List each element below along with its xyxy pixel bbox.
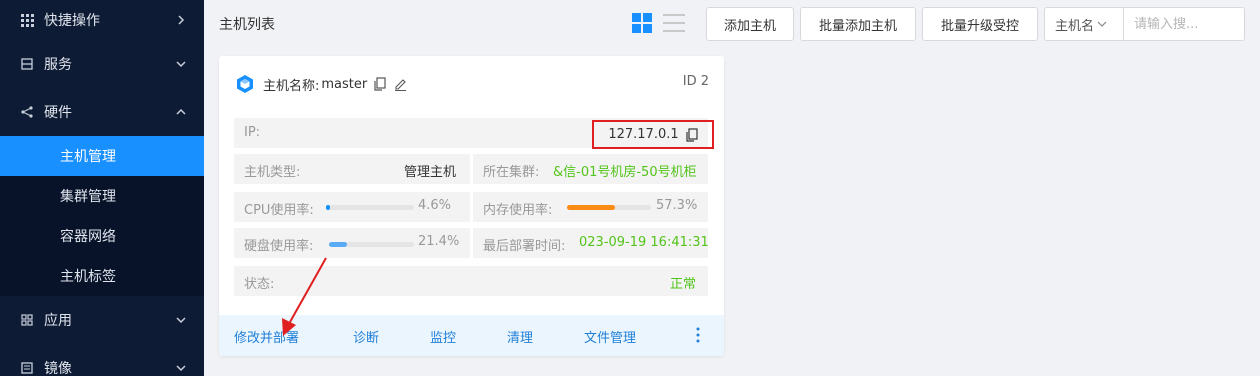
memory-value: 57.3% <box>656 198 698 213</box>
memory-progress-fill <box>567 205 616 210</box>
sidebar-item-label: 快捷操作 <box>44 13 100 29</box>
sidebar-item-hardware[interactable]: 硬件 <box>0 92 204 132</box>
file-manage-link[interactable]: 文件管理 <box>584 327 636 346</box>
cpu-value: 4.6% <box>418 198 452 213</box>
sidebar-subitem-label: 主机管理 <box>60 149 116 165</box>
disk-progress-bar <box>329 242 414 247</box>
host-name-value: master <box>321 76 368 92</box>
search-field-select[interactable]: 主机名 <box>1044 7 1124 41</box>
grid-view-icon[interactable] <box>632 13 652 33</box>
host-card-header: 主机名称: master <box>235 74 407 94</box>
last-deploy-value: 023-09-19 16:41:31 <box>579 235 708 250</box>
server-icon <box>20 57 34 71</box>
memory-label: 内存使用率: <box>483 203 553 218</box>
sidebar-item-label: 硬件 <box>44 105 72 121</box>
chevron-down-icon <box>174 361 188 375</box>
ip-value-highlight: 127.17.0.1 <box>592 120 714 149</box>
cluster-label: 所在集群: <box>483 165 540 180</box>
status-label: 状态: <box>244 277 275 292</box>
sidebar-item-services[interactable]: 服务 <box>0 44 204 84</box>
add-host-button[interactable]: 添加主机 <box>706 7 794 41</box>
disk-progress-fill <box>329 242 348 247</box>
host-card-actions: 修改并部署 诊断 监控 清理 文件管理 <box>219 315 724 356</box>
sidebar-subitem-host-management[interactable]: 主机管理 <box>0 136 204 176</box>
sidebar-subitem-host-tags[interactable]: 主机标签 <box>0 256 204 296</box>
clean-link[interactable]: 清理 <box>507 327 533 346</box>
cluster-value: &信-01号机房-50号机柜 <box>553 165 697 180</box>
cpu-progress-bar <box>326 205 414 210</box>
sidebar-item-label: 应用 <box>44 313 72 329</box>
ip-value: 127.17.0.1 <box>608 127 679 142</box>
image-icon <box>20 361 34 375</box>
cpu-progress-fill <box>326 205 331 210</box>
sidebar-item-quick-actions[interactable]: 快捷操作 <box>0 0 204 40</box>
sidebar-subitem-container-network[interactable]: 容器网络 <box>0 216 204 256</box>
diagnose-link[interactable]: 诊断 <box>353 327 379 346</box>
ip-label: IP: <box>244 125 261 140</box>
status-row: 状态: 正常 <box>234 266 708 296</box>
last-deploy-cell: 最后部署时间: 023-09-19 16:41:31 <box>473 228 708 258</box>
cpu-label: CPU使用率: <box>244 203 314 218</box>
status-value: 正常 <box>670 277 697 292</box>
modify-deploy-link[interactable]: 修改并部署 <box>234 327 299 346</box>
select-value: 主机名 <box>1055 18 1095 34</box>
edit-icon[interactable] <box>393 77 407 91</box>
disk-label: 硬盘使用率: <box>244 239 314 254</box>
cpu-cell: CPU使用率: 4.6% <box>234 192 470 222</box>
disk-cell: 硬盘使用率: 21.4% <box>234 228 470 258</box>
copy-icon[interactable] <box>686 127 698 142</box>
host-name-label: 主机名称: <box>263 78 320 94</box>
more-options-icon[interactable] <box>696 327 700 343</box>
sidebar: 快捷操作 服务 硬件 主机管理 集群管理 容器网络 主机标签 应用 镜像 <box>0 0 204 376</box>
grid-icon <box>20 13 34 27</box>
share-icon <box>20 105 34 119</box>
memory-progress-bar <box>567 205 651 210</box>
sidebar-item-images[interactable]: 镜像 <box>0 348 204 376</box>
copy-icon[interactable] <box>373 77 387 91</box>
host-type-value: 管理主机 <box>404 165 457 180</box>
sidebar-subitem-label: 集群管理 <box>60 189 116 205</box>
chevron-down-icon <box>174 313 188 327</box>
host-id: ID 2 <box>682 74 709 89</box>
host-type-label: 主机类型: <box>244 165 301 180</box>
search-input[interactable] <box>1123 7 1245 41</box>
sidebar-subitem-label: 主机标签 <box>60 269 116 285</box>
sidebar-item-applications[interactable]: 应用 <box>0 300 204 340</box>
chevron-up-icon <box>174 105 188 119</box>
apps-icon <box>20 313 34 327</box>
disk-value: 21.4% <box>418 234 460 249</box>
list-view-icon[interactable] <box>663 13 685 33</box>
batch-add-host-button[interactable]: 批量添加主机 <box>800 7 916 41</box>
chevron-right-icon <box>174 13 188 27</box>
sidebar-subitem-cluster-management[interactable]: 集群管理 <box>0 176 204 216</box>
chevron-down-icon <box>174 57 188 71</box>
sidebar-item-label: 服务 <box>44 57 72 73</box>
monitor-link[interactable]: 监控 <box>430 327 456 346</box>
memory-cell: 内存使用率: 57.3% <box>473 192 708 222</box>
cluster-cell: 所在集群: &信-01号机房-50号机柜 <box>473 154 708 184</box>
batch-upgrade-button[interactable]: 批量升级受控 <box>922 7 1038 41</box>
sidebar-subitem-label: 容器网络 <box>60 229 116 245</box>
last-deploy-label: 最后部署时间: <box>483 239 566 254</box>
chevron-down-icon <box>1097 21 1107 27</box>
sidebar-item-label: 镜像 <box>44 361 72 376</box>
host-type-cell: 主机类型: 管理主机 <box>234 154 470 184</box>
page-title: 主机列表 <box>219 17 275 33</box>
cube-icon <box>235 74 255 94</box>
host-card: 主机名称: master ID 2 IP: 127.17.0.1 主机类型: 管… <box>219 56 724 356</box>
